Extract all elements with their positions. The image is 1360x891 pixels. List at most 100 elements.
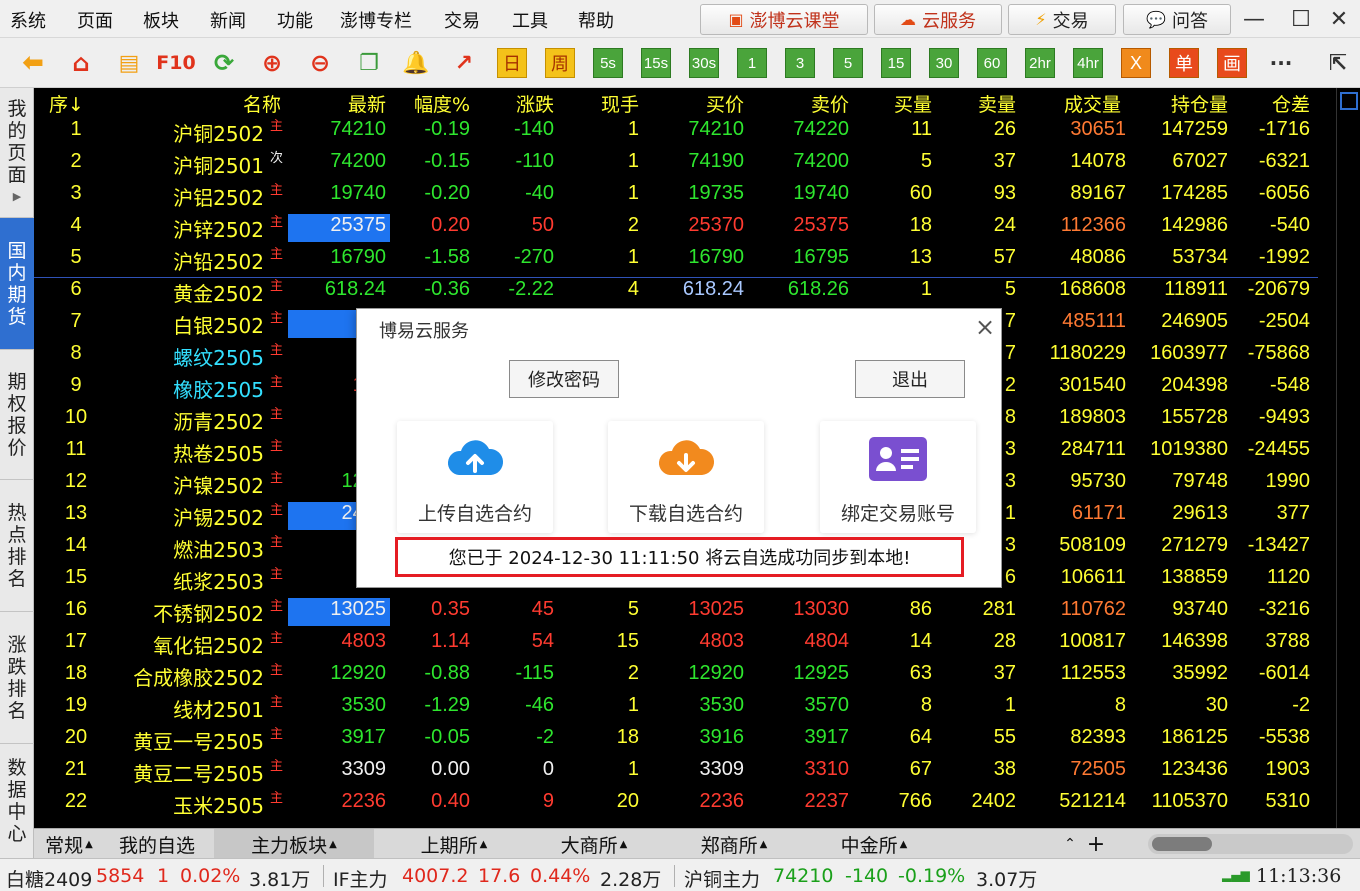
upload-watchlist-card[interactable]: 上传自选合约 bbox=[397, 421, 553, 533]
side-tab-hot-rank[interactable]: 热点排名 bbox=[0, 480, 34, 612]
cell-name[interactable]: 不锈钢2502 bbox=[153, 598, 264, 627]
side-tab-data-center[interactable]: 数据中心 bbox=[0, 744, 34, 858]
cell-name[interactable]: 白银2502 bbox=[173, 310, 264, 339]
column-header[interactable]: 买价 bbox=[706, 90, 744, 117]
window-overlap-icon[interactable]: ❐ bbox=[353, 47, 385, 79]
tab-czce[interactable]: 郑商所 ▲ bbox=[669, 829, 799, 859]
zoom-in-icon[interactable]: ⊕ bbox=[256, 47, 288, 79]
more-icon[interactable]: ··· bbox=[1265, 47, 1297, 79]
cell-name[interactable]: 沪锡2502 bbox=[173, 502, 264, 531]
side-tab-domestic-futures[interactable]: 国内期货 bbox=[0, 218, 34, 350]
period-3[interactable]: 3 bbox=[785, 48, 815, 78]
vertical-scrollbar[interactable] bbox=[1336, 88, 1360, 828]
menu-page[interactable]: 页面 bbox=[77, 7, 113, 33]
cell-name[interactable]: 沥青2502 bbox=[173, 406, 264, 435]
cell-name[interactable]: 沪铅2502 bbox=[173, 246, 264, 275]
menu-tools[interactable]: 工具 bbox=[512, 7, 548, 33]
period-30s[interactable]: 30s bbox=[689, 48, 719, 78]
tab-main-sector[interactable]: 主力板块 ▲ bbox=[214, 829, 374, 859]
column-settings-icon[interactable] bbox=[1340, 92, 1358, 110]
column-header[interactable]: 幅度% bbox=[414, 90, 470, 117]
back-arrow-icon[interactable]: ⬅ bbox=[17, 47, 49, 79]
column-header[interactable]: 序↓ bbox=[49, 90, 84, 117]
tab-cffex[interactable]: 中金所 ▲ bbox=[809, 829, 939, 859]
maximize-icon[interactable]: ☐ bbox=[1285, 3, 1317, 35]
column-header[interactable]: 涨跌 bbox=[516, 90, 554, 117]
cell-name[interactable]: 玉米2505 bbox=[173, 790, 264, 819]
cell-name[interactable]: 氧化铝2502 bbox=[153, 630, 264, 659]
cell-name[interactable]: 合成橡胶2502 bbox=[133, 662, 264, 691]
qa-button[interactable]: 💬 问答 bbox=[1123, 4, 1231, 35]
tab-my-watchlist[interactable]: 我的自选 bbox=[104, 829, 210, 859]
cell-name[interactable]: 沪铜2501 bbox=[173, 150, 264, 179]
period-1[interactable]: 1 bbox=[737, 48, 767, 78]
pin-icon[interactable]: ⇱ bbox=[1322, 47, 1354, 79]
download-watchlist-card[interactable]: 下载自选合约 bbox=[608, 421, 764, 533]
logout-button[interactable]: 退出 bbox=[855, 360, 965, 398]
period-2hr[interactable]: 2hr bbox=[1025, 48, 1055, 78]
menu-pengbo-column[interactable]: 澎博专栏 bbox=[340, 7, 412, 33]
menu-system[interactable]: 系统 bbox=[10, 7, 46, 33]
cell-name[interactable]: 热卷2505 bbox=[173, 438, 264, 467]
menu-help[interactable]: 帮助 bbox=[578, 7, 614, 33]
column-header[interactable]: 成交量 bbox=[1064, 90, 1121, 117]
horizontal-scrollbar[interactable] bbox=[1148, 834, 1353, 854]
cell-name[interactable]: 沪铝2502 bbox=[173, 182, 264, 211]
cell-name[interactable]: 线材2501 bbox=[173, 694, 264, 723]
cell-name[interactable]: 纸浆2503 bbox=[173, 566, 264, 595]
change-password-button[interactable]: 修改密码 bbox=[509, 360, 619, 398]
column-header[interactable]: 现手 bbox=[601, 90, 639, 117]
home-icon[interactable]: ⌂ bbox=[65, 47, 97, 79]
menu-function[interactable]: 功能 bbox=[277, 7, 313, 33]
refresh-icon[interactable]: ⟳ bbox=[208, 47, 240, 79]
cell-name[interactable]: 螺纹2505 bbox=[173, 342, 264, 371]
bind-account-card[interactable]: 绑定交易账号 bbox=[820, 421, 976, 533]
side-tab-options[interactable]: 期权报价 bbox=[0, 350, 34, 480]
draw-button[interactable]: 画 bbox=[1217, 48, 1247, 78]
period-day[interactable]: 日 bbox=[497, 48, 527, 78]
cloud-service-button[interactable]: ☁ 云服务 bbox=[874, 4, 1002, 35]
scroll-knob[interactable] bbox=[1152, 837, 1212, 851]
cell-name[interactable]: 黄豆一号2505 bbox=[133, 726, 264, 755]
bell-icon[interactable]: 🔔 bbox=[400, 47, 432, 79]
menu-sector[interactable]: 板块 bbox=[143, 7, 179, 33]
close-icon[interactable]: ✕ bbox=[1323, 3, 1355, 35]
add-tab-icon[interactable]: + bbox=[1084, 829, 1108, 859]
notes-icon[interactable]: ▤ bbox=[113, 47, 145, 79]
period-week[interactable]: 周 bbox=[545, 48, 575, 78]
f10-icon[interactable]: F10 bbox=[156, 47, 195, 79]
cell-name[interactable]: 沪镍2502 bbox=[173, 470, 264, 499]
order-button[interactable]: 单 bbox=[1169, 48, 1199, 78]
classroom-button[interactable]: ▣ 澎博云课堂 bbox=[700, 4, 868, 35]
column-header[interactable]: 卖价 bbox=[811, 90, 849, 117]
period-5[interactable]: 5 bbox=[833, 48, 863, 78]
column-header[interactable]: 最新 bbox=[348, 90, 386, 117]
side-tab-my-page[interactable]: 我的页面 ▶ bbox=[0, 88, 34, 218]
cell-name[interactable]: 橡胶2505 bbox=[173, 374, 264, 403]
menu-news[interactable]: 新闻 bbox=[210, 7, 246, 33]
tab-shfe[interactable]: 上期所 ▲ bbox=[389, 829, 519, 859]
cell-name[interactable]: 黄豆二号2505 bbox=[133, 758, 264, 787]
column-header[interactable]: 仓差 bbox=[1272, 90, 1310, 117]
dialog-close-icon[interactable]: × bbox=[973, 313, 997, 341]
tab-general[interactable]: 常规 ▲ bbox=[34, 829, 104, 859]
zoom-out-icon[interactable]: ⊖ bbox=[304, 47, 336, 79]
cell-name[interactable]: 黄金2502 bbox=[173, 278, 264, 307]
column-header[interactable]: 买量 bbox=[894, 90, 932, 117]
side-tab-change-rank[interactable]: 涨跌排名 bbox=[0, 612, 34, 744]
menu-trade[interactable]: 交易 bbox=[444, 7, 480, 33]
period-15[interactable]: 15 bbox=[881, 48, 911, 78]
column-header[interactable]: 持仓量 bbox=[1171, 90, 1228, 117]
cell-name[interactable]: 沪锌2502 bbox=[173, 214, 264, 243]
period-15s[interactable]: 15s bbox=[641, 48, 671, 78]
period-4hr[interactable]: 4hr bbox=[1073, 48, 1103, 78]
column-header[interactable]: 名称 bbox=[243, 90, 281, 117]
cell-name[interactable]: 沪铜2502 bbox=[173, 118, 264, 147]
x-button[interactable]: X bbox=[1121, 48, 1151, 78]
period-30[interactable]: 30 bbox=[929, 48, 959, 78]
cell-name[interactable]: 燃油2503 bbox=[173, 534, 264, 563]
double-up-icon[interactable]: ⌃ bbox=[1058, 829, 1082, 859]
chart-arrow-icon[interactable]: ↗ bbox=[448, 47, 480, 79]
minimize-icon[interactable]: — bbox=[1238, 3, 1270, 35]
trade-button[interactable]: ⚡ 交易 bbox=[1008, 4, 1116, 35]
